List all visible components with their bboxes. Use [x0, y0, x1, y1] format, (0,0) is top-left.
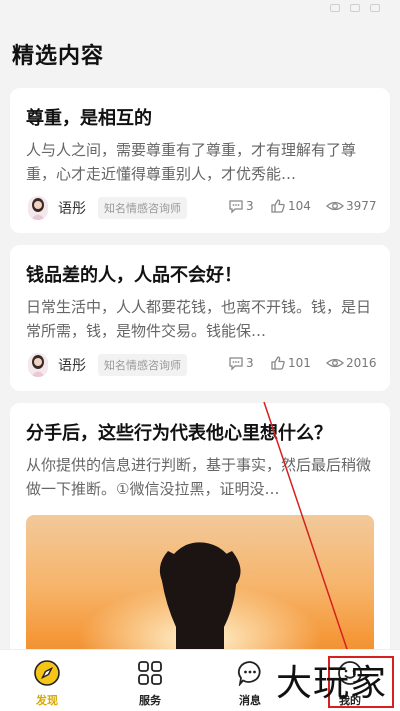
grid-icon [138, 661, 162, 685]
comment-icon [229, 200, 243, 214]
view-count: 2016 [326, 355, 377, 371]
page-header: 精选内容 [0, 24, 400, 84]
like-count[interactable]: 104 [270, 198, 311, 214]
author-avatar[interactable] [28, 196, 48, 220]
article-title[interactable]: 钱品差的人，人品不会好！ [26, 263, 374, 289]
chat-bubble-icon [237, 661, 261, 688]
like-count-value: 104 [288, 199, 311, 213]
page-title: 精选内容 [12, 44, 105, 69]
author-name[interactable]: 语彤 [58, 355, 86, 375]
tab-services[interactable]: 服务 [125, 660, 175, 708]
author-badge: 知名情感咨询师 [98, 197, 187, 219]
smiley-icon [338, 661, 362, 685]
article-title[interactable]: 尊重，是相互的 [26, 106, 374, 132]
bottom-tab-bar: 发现 服务 消息 我的 [0, 649, 400, 711]
article-card[interactable]: 分手后，这些行为代表他心里想什么？ 从你提供的信息进行判断，基于事实，然后最后稍… [10, 403, 390, 663]
comment-count-value: 3 [246, 356, 254, 370]
comment-count-value: 3 [246, 199, 254, 213]
status-bar [0, 0, 400, 20]
author-name[interactable]: 语彤 [58, 198, 86, 218]
comment-icon [229, 357, 243, 371]
thumbs-up-icon [271, 356, 285, 370]
tab-label: 消息 [239, 694, 261, 707]
tab-discover[interactable]: 发现 [22, 660, 72, 708]
tab-label: 服务 [139, 694, 161, 707]
view-count-value: 2016 [346, 356, 377, 370]
article-card[interactable]: 尊重，是相互的 人与人之间，需要尊重有了尊重，才有理解有了尊重，心才走近懂得尊重… [10, 88, 390, 233]
view-count: 3977 [326, 198, 377, 214]
view-count-value: 3977 [346, 199, 377, 213]
battery-icon [370, 4, 380, 12]
article-meta: 语彤 知名情感咨询师 3 104 3977 [26, 196, 377, 220]
author-badge: 知名情感咨询师 [98, 354, 187, 376]
article-excerpt: 从你提供的信息进行判断，基于事实，然后最后稍微做一下推断。①微信没拉黑，证明没… [26, 456, 372, 498]
tab-label: 发现 [36, 694, 58, 707]
eye-icon [326, 358, 344, 368]
like-count[interactable]: 101 [270, 355, 311, 371]
thumbs-up-icon [271, 199, 285, 213]
article-cover-image[interactable] [26, 515, 374, 663]
tab-label: 我的 [339, 694, 361, 707]
article-title[interactable]: 分手后，这些行为代表他心里想什么？ [26, 421, 374, 447]
article-feed[interactable]: 尊重，是相互的 人与人之间，需要尊重有了尊重，才有理解有了尊重，心才走近懂得尊重… [10, 88, 390, 675]
article-excerpt: 日常生活中，人人都要花钱，也离不开钱。钱，是日常所需，钱，是物件交易。钱能保… [26, 298, 372, 340]
tab-mine[interactable]: 我的 [325, 660, 375, 708]
comment-count[interactable]: 3 [228, 355, 254, 371]
article-card[interactable]: 钱品差的人，人品不会好！ 日常生活中，人人都要花钱，也离不开钱。钱，是日常所需，… [10, 245, 390, 391]
tab-messages[interactable]: 消息 [225, 660, 275, 708]
like-count-value: 101 [288, 356, 311, 370]
comment-count[interactable]: 3 [228, 198, 254, 214]
compass-icon [34, 660, 60, 686]
author-avatar[interactable] [28, 353, 48, 377]
eye-icon [326, 201, 344, 211]
wifi-icon [350, 4, 360, 12]
signal-icon [330, 4, 340, 12]
article-excerpt: 人与人之间，需要尊重有了尊重，才有理解有了尊重，心才走近懂得尊重别人，才优秀能… [26, 141, 357, 183]
article-meta: 语彤 知名情感咨询师 3 101 2016 [26, 353, 377, 377]
